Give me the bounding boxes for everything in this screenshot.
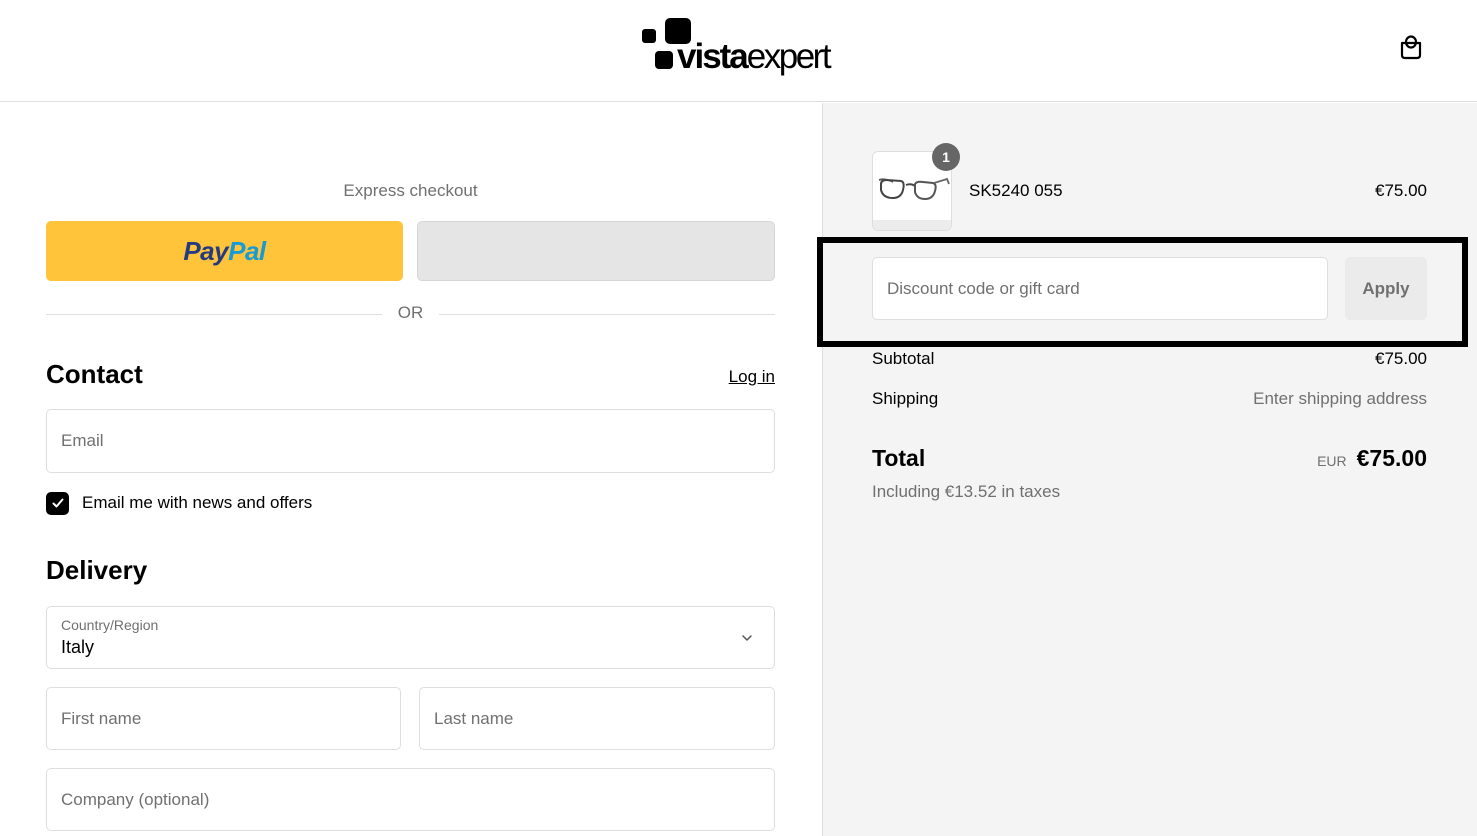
discount-code-input[interactable]	[873, 258, 1327, 319]
shipping-value: Enter shipping address	[1253, 389, 1427, 408]
site-header: vistaexpert	[0, 0, 1477, 102]
logo-square-small	[642, 29, 656, 43]
checkmark-icon	[52, 498, 63, 508]
country-value: Italy	[61, 637, 95, 657]
country-select[interactable]: Country/Region Italy	[46, 606, 775, 669]
tax-note: Including €13.52 in taxes	[872, 482, 1061, 501]
express-checkout-label: Express checkout	[343, 181, 478, 200]
login-link[interactable]: Log in	[729, 367, 775, 387]
country-label: Country/Region	[61, 617, 159, 633]
total-currency: EUR	[1317, 453, 1347, 469]
apply-discount-button[interactable]: Apply	[1345, 257, 1427, 320]
or-label: OR	[397, 303, 424, 322]
delivery-heading: Delivery	[46, 555, 148, 585]
subtotal-value: €75.00	[1375, 349, 1427, 368]
cart-button[interactable]	[1398, 33, 1424, 61]
total-value-group: EUR €75.00	[1317, 445, 1427, 472]
company-field-wrapper	[46, 768, 775, 831]
newsletter-checkbox[interactable]	[46, 491, 69, 515]
subtotal-label: Subtotal	[872, 349, 935, 368]
order-summary: 1 SK5240 055 €75.00 Apply Subtotal €75.0…	[817, 103, 1477, 836]
discount-field-wrapper	[872, 257, 1328, 320]
newsletter-label: Email me with news and offers	[82, 493, 313, 512]
email-input[interactable]	[47, 410, 774, 472]
total-row: Total EUR €75.00	[872, 445, 1427, 472]
quantity-badge: 1	[932, 143, 960, 171]
email-field-wrapper	[46, 409, 775, 473]
paypal-logo-pal: Pal	[228, 235, 266, 266]
paypal-logo-pay: Pay	[183, 235, 229, 266]
product-price: €75.00	[1375, 181, 1427, 200]
logo-wordmark: vistaexpert	[677, 37, 832, 76]
logo-square-medium	[655, 51, 673, 69]
shipping-row: Shipping Enter shipping address	[872, 389, 1427, 409]
first-name-input[interactable]	[47, 688, 400, 749]
shopping-bag-icon	[1400, 35, 1422, 60]
first-name-field-wrapper	[46, 687, 401, 750]
divider-line-right	[439, 314, 775, 315]
vistaexpert-logo[interactable]: vistaexpert	[641, 17, 832, 77]
thumbnail-footer	[873, 220, 951, 230]
shipping-label: Shipping	[872, 389, 939, 408]
subtotal-row: Subtotal €75.00	[872, 349, 1427, 369]
chevron-down-icon	[742, 635, 752, 641]
alternate-payment-button[interactable]	[417, 221, 775, 281]
product-name: SK5240 055	[969, 181, 1063, 200]
last-name-input[interactable]	[420, 688, 774, 749]
total-label: Total	[872, 445, 926, 471]
divider-line-left	[46, 314, 382, 315]
checkout-form: Express checkout Pay Pal OR Contact Log i…	[0, 103, 822, 836]
newsletter-option[interactable]: Email me with news and offers	[46, 491, 312, 515]
paypal-button[interactable]: Pay Pal	[46, 221, 403, 281]
or-divider: OR	[46, 303, 775, 327]
contact-heading: Contact	[46, 359, 143, 389]
total-amount: €75.00	[1356, 445, 1427, 471]
company-input[interactable]	[47, 769, 774, 830]
last-name-field-wrapper	[419, 687, 775, 750]
